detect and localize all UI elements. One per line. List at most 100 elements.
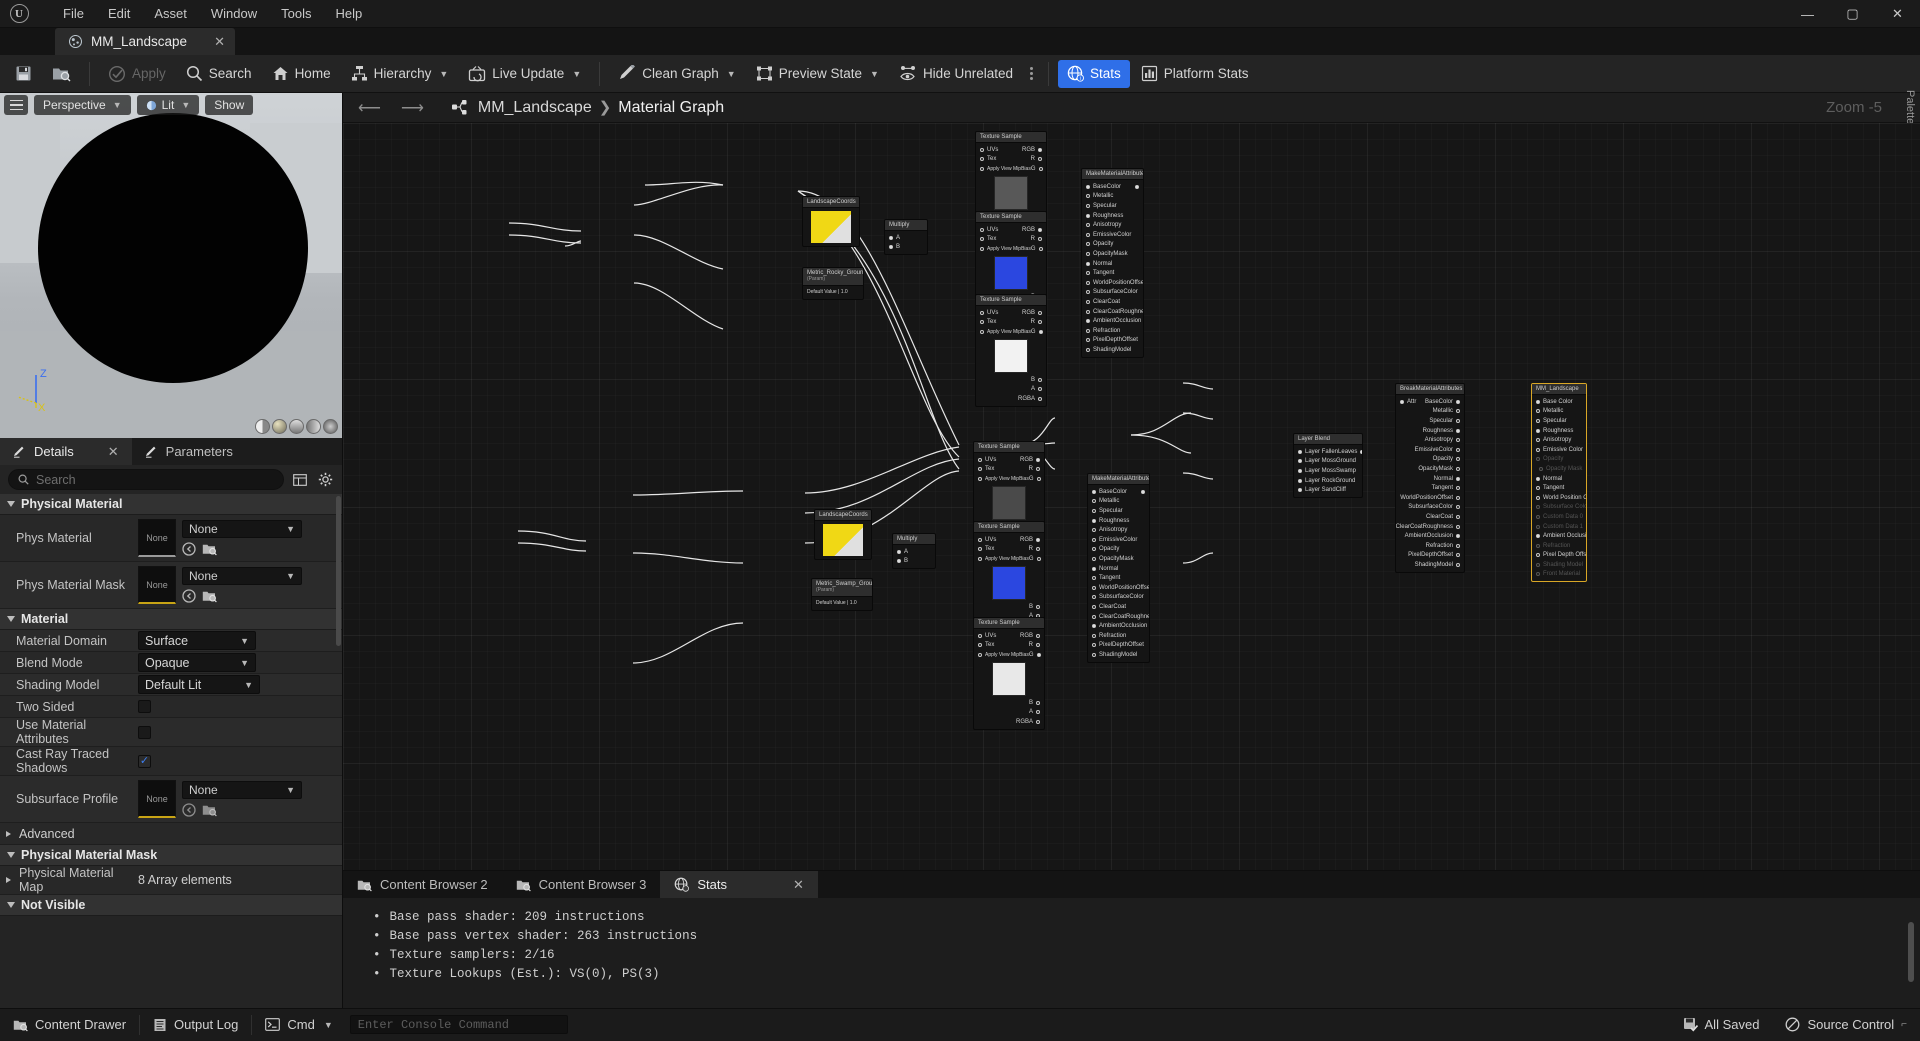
node-make-material-attributes-b[interactable]: MakeMaterialAttributes BaseColor Metalli… xyxy=(1087,473,1150,663)
details-tab-close-icon[interactable]: ✕ xyxy=(108,444,119,460)
hierarchy-button[interactable]: Hierarchy ▼ xyxy=(342,60,458,88)
row-subsurface-profile[interactable]: Subsurface Profile None None ▼ xyxy=(0,776,342,823)
use-selected-asset-icon[interactable] xyxy=(182,542,196,556)
preview-state-button[interactable]: Preview State ▼ xyxy=(747,60,888,88)
browse-to-asset-icon[interactable] xyxy=(202,542,217,556)
category-material[interactable]: Material xyxy=(0,609,342,630)
save-button[interactable] xyxy=(6,60,41,88)
phys-material-object-picker[interactable]: None ▼ xyxy=(182,520,302,538)
row-phys-material[interactable]: Phys Material None None ▼ xyxy=(0,515,342,562)
stats-output-body[interactable]: Base pass shader: 209 instructions Base … xyxy=(343,898,1920,1008)
tab-stats[interactable]: Stats ✕ xyxy=(660,871,818,898)
row-two-sided[interactable]: Two Sided xyxy=(0,696,342,718)
node-metric-swamp-ground[interactable]: Metric_Swamp_Ground (Param) Default Valu… xyxy=(811,578,873,611)
row-physical-material-map[interactable]: Physical Material Map 8 Array elements xyxy=(0,866,342,895)
swatch-1[interactable] xyxy=(255,419,270,434)
blend-mode-combo[interactable]: Opaque ▼ xyxy=(138,653,256,672)
node-multiply-a-pin-a[interactable]: A xyxy=(885,233,927,243)
details-scrollbar[interactable] xyxy=(336,496,341,646)
browse-to-asset-icon[interactable] xyxy=(202,803,217,817)
browse-to-asset-icon[interactable] xyxy=(202,589,217,603)
stats-scrollbar[interactable] xyxy=(1908,922,1914,982)
node-landscape-coords-a[interactable]: LandscapeCoords xyxy=(802,196,860,247)
menu-item-window[interactable]: Window xyxy=(200,2,268,25)
nav-forward-icon[interactable]: ⟶ xyxy=(396,98,429,118)
menu-item-help[interactable]: Help xyxy=(324,2,373,25)
details-settings-gear-icon[interactable] xyxy=(316,471,334,489)
details-search-input[interactable]: Search xyxy=(8,469,284,490)
details-columns-icon[interactable] xyxy=(291,471,309,489)
asset-tab-mm-landscape[interactable]: MM_Landscape ✕ xyxy=(55,28,235,55)
platform-stats-button[interactable]: Platform Stats xyxy=(1132,60,1258,88)
menu-item-file[interactable]: File xyxy=(52,2,95,25)
use-selected-asset-icon[interactable] xyxy=(182,803,196,817)
material-preview-viewport[interactable]: Perspective ▼ Lit ▼ Show Z xyxy=(0,93,342,438)
row-use-material-attributes[interactable]: Use Material Attributes xyxy=(0,718,342,747)
tab-details[interactable]: Details ✕ xyxy=(0,438,132,465)
details-scroll-area[interactable]: Physical Material Phys Material None Non… xyxy=(0,494,342,1008)
swatch-4[interactable] xyxy=(306,419,321,434)
viewport-perspective-button[interactable]: Perspective ▼ xyxy=(34,95,131,115)
node-texture-sample-a3[interactable]: Texture Sample UVsRGB TexR Apply View Mi… xyxy=(975,294,1047,407)
use-material-attributes-checkbox[interactable] xyxy=(138,726,151,739)
swatch-5[interactable] xyxy=(323,419,338,434)
menu-item-tools[interactable]: Tools xyxy=(270,2,322,25)
phys-material-mask-object-picker[interactable]: None ▼ xyxy=(182,567,302,585)
subsurface-profile-object-picker[interactable]: None ▼ xyxy=(182,781,302,799)
node-multiply-a-pin-b[interactable]: B xyxy=(885,243,927,253)
subsurface-profile-thumbnail[interactable]: None xyxy=(138,780,176,818)
minimize-button[interactable]: — xyxy=(1785,0,1830,28)
cmd-button[interactable]: Cmd ▼ xyxy=(252,1009,345,1041)
node-multiply-b[interactable]: Multiply A B xyxy=(892,533,936,569)
use-selected-asset-icon[interactable] xyxy=(182,589,196,603)
hide-unrelated-button[interactable]: Hide Unrelated xyxy=(890,60,1022,88)
browse-to-asset-button[interactable] xyxy=(43,60,80,88)
row-phys-material-mask[interactable]: Phys Material Mask None None ▼ xyxy=(0,562,342,609)
chevron-right-icon[interactable] xyxy=(6,877,11,883)
breadcrumb-root[interactable]: MM_Landscape xyxy=(478,99,592,116)
node-metric-rocky-ground[interactable]: Metric_Rocky_Ground (Param) Default Valu… xyxy=(802,267,864,300)
row-shading-model[interactable]: Shading Model Default Lit ▼ xyxy=(0,674,342,696)
category-physical-material-mask[interactable]: Physical Material Mask xyxy=(0,845,342,866)
material-domain-combo[interactable]: Surface ▼ xyxy=(138,631,256,650)
close-button[interactable]: ✕ xyxy=(1875,0,1920,28)
content-drawer-button[interactable]: Content Drawer xyxy=(0,1009,139,1041)
home-button[interactable]: Home xyxy=(263,60,340,88)
swatch-3[interactable] xyxy=(289,419,304,434)
phys-material-mask-thumbnail[interactable]: None xyxy=(138,566,176,604)
node-multiply-a[interactable]: Multiply A B xyxy=(884,219,928,255)
node-landscape-coords-b[interactable]: LandscapeCoords xyxy=(814,509,872,560)
overflow-menu-icon[interactable] xyxy=(1030,67,1033,80)
asset-tab-close-icon[interactable]: ✕ xyxy=(214,34,225,50)
node-texture-sample-b3[interactable]: Texture Sample UVsRGB TexR Apply View Mi… xyxy=(973,617,1045,730)
console-command-input[interactable]: Enter Console Command xyxy=(350,1015,568,1034)
nav-back-icon[interactable]: ⟵ xyxy=(353,98,386,118)
node-multiply-b-pin-a[interactable]: A xyxy=(893,547,935,557)
menu-item-asset[interactable]: Asset xyxy=(143,2,198,25)
phys-material-thumbnail[interactable]: None xyxy=(138,519,176,557)
tab-content-browser-3[interactable]: Content Browser 3 xyxy=(502,871,661,898)
row-material-domain[interactable]: Material Domain Surface ▼ xyxy=(0,630,342,652)
maximize-button[interactable]: ▢ xyxy=(1830,0,1875,28)
search-button[interactable]: Search xyxy=(177,60,261,88)
clean-graph-button[interactable]: Clean Graph ▼ xyxy=(609,60,744,88)
live-update-button[interactable]: Live Update ▼ xyxy=(459,60,590,88)
viewport-material-swatches[interactable] xyxy=(255,419,338,434)
two-sided-checkbox[interactable] xyxy=(138,700,151,713)
swatch-2[interactable] xyxy=(272,419,287,434)
output-log-button[interactable]: Output Log xyxy=(140,1009,251,1041)
category-not-visible[interactable]: Not Visible xyxy=(0,895,342,916)
node-multiply-b-pin-b[interactable]: B xyxy=(893,557,935,567)
node-layer-blend[interactable]: Layer Blend Layer FallenLeaves Layer Mos… xyxy=(1293,433,1363,498)
viewport-show-button[interactable]: Show xyxy=(205,95,253,115)
node-make-material-attributes-a[interactable]: MakeMaterialAttributes BaseColor Metalli… xyxy=(1081,168,1144,358)
tab-parameters[interactable]: Parameters xyxy=(132,438,246,465)
viewport-lit-button[interactable]: Lit ▼ xyxy=(137,95,200,115)
viewport-menu-icon[interactable] xyxy=(4,95,28,115)
row-advanced[interactable]: Advanced xyxy=(0,823,342,845)
tab-content-browser-2[interactable]: Content Browser 2 xyxy=(343,871,502,898)
all-saved-button[interactable]: All Saved xyxy=(1670,1009,1773,1041)
stats-tab-close-icon[interactable]: ✕ xyxy=(793,877,804,893)
stats-button[interactable]: i Stats xyxy=(1058,60,1130,88)
palette-side-tab[interactable]: Palette xyxy=(1900,93,1920,122)
